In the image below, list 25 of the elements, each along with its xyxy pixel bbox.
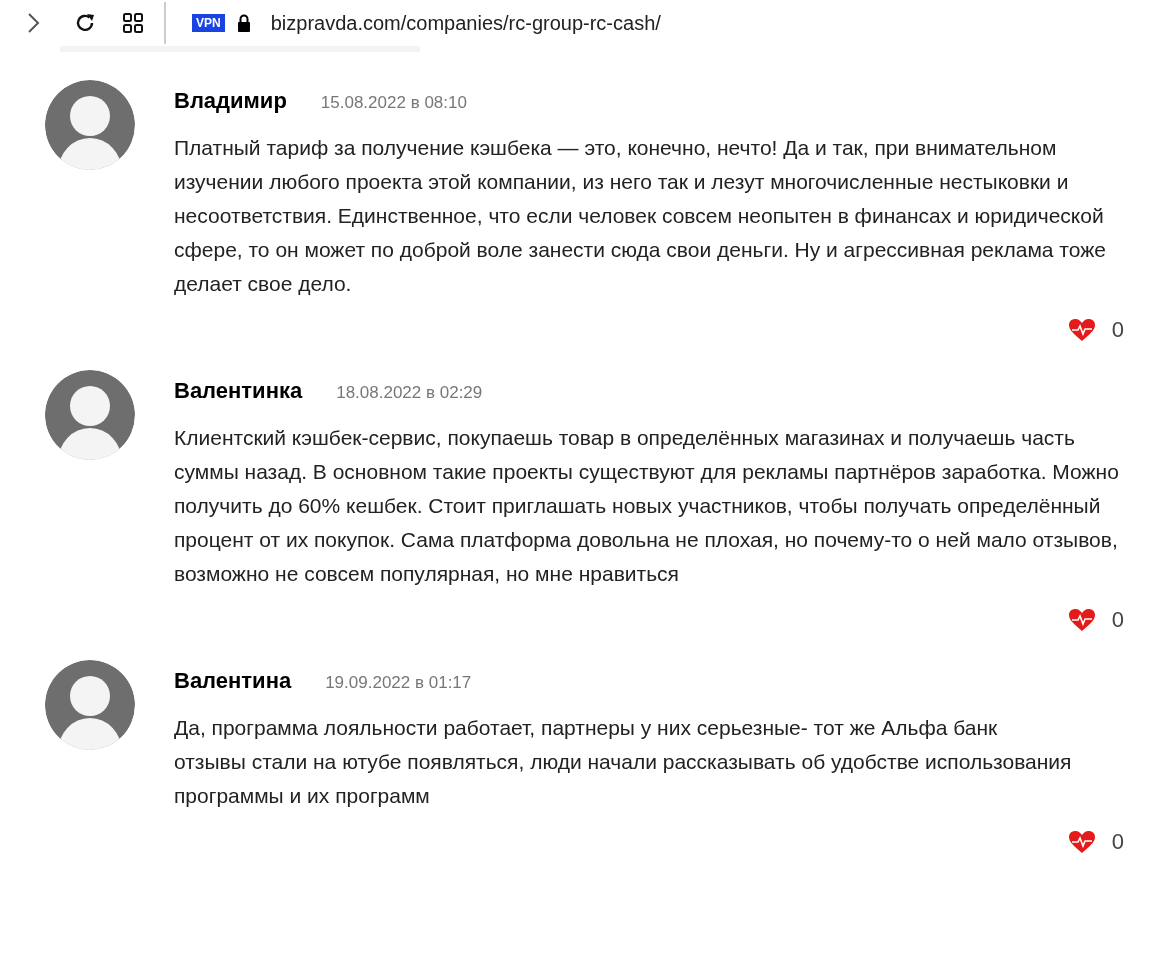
author-name: Валентина	[174, 667, 292, 695]
avatar-icon	[45, 80, 135, 170]
avatar-icon	[45, 370, 135, 460]
reload-icon[interactable]	[74, 12, 96, 34]
address-url[interactable]: bizpravda.com/companies/rc-group-rc-cash/	[270, 8, 661, 38]
comment-text: Клиентский кэшбек-сервис, покупаешь товар в определённых магазинах и получаешь часть суммы назад. В основном такие проекты существуют для рекламы партнёров заработка. Можно получить до 60% кешбек. Стоит приглашать новых участников, чтобы получать определённый процент от их покупок. Сама платформа довольна не плохая, но почему-то о ней мало отзывов, возможно не совсем популярная, но мне нравиться	[174, 425, 1120, 587]
forward-icon[interactable]	[26, 12, 40, 34]
like-count: 0	[1111, 606, 1124, 634]
heart-pulse-icon	[1067, 829, 1096, 854]
comment-text: Платный тариф за получение кэшбека — это, конечно, нечто! Да и так, при внимательном изучении любого проекта этой компании, из него так и лезут многочисленные нестыковки и несоответствия. Единственное, что если человек совсем неопытен в финансах и юридической сфере, то он может по доброй воле занести сюда свои деньги. Ну и агрессивная реклама тоже делает свое дело.	[174, 135, 1107, 297]
like-count: 0	[1111, 828, 1124, 856]
comment-date: 15.08.2022 в 08:10	[320, 92, 467, 114]
lock-icon	[236, 14, 251, 32]
grid-icon[interactable]	[122, 12, 144, 34]
comment-date: 19.09.2022 в 01:17	[325, 672, 472, 694]
heart-pulse-icon	[1067, 607, 1096, 632]
heart-pulse-icon	[1067, 317, 1096, 342]
like-count: 0	[1111, 316, 1124, 344]
vpn-badge[interactable]: VPN	[192, 14, 225, 32]
comment-text: отзывы стали на ютубе появляться, люди начали рассказывать об удобстве использования программы и их программ	[174, 749, 1073, 809]
comment-date: 18.08.2022 в 02:29	[336, 382, 483, 404]
author-name: Валентинка	[174, 377, 303, 405]
avatar-icon	[45, 660, 135, 750]
comment-text: Да, программа лояльности работает, партнеры у них серьезные- тот же Альфа банк	[174, 715, 999, 741]
author-name: Владимир	[174, 87, 287, 115]
